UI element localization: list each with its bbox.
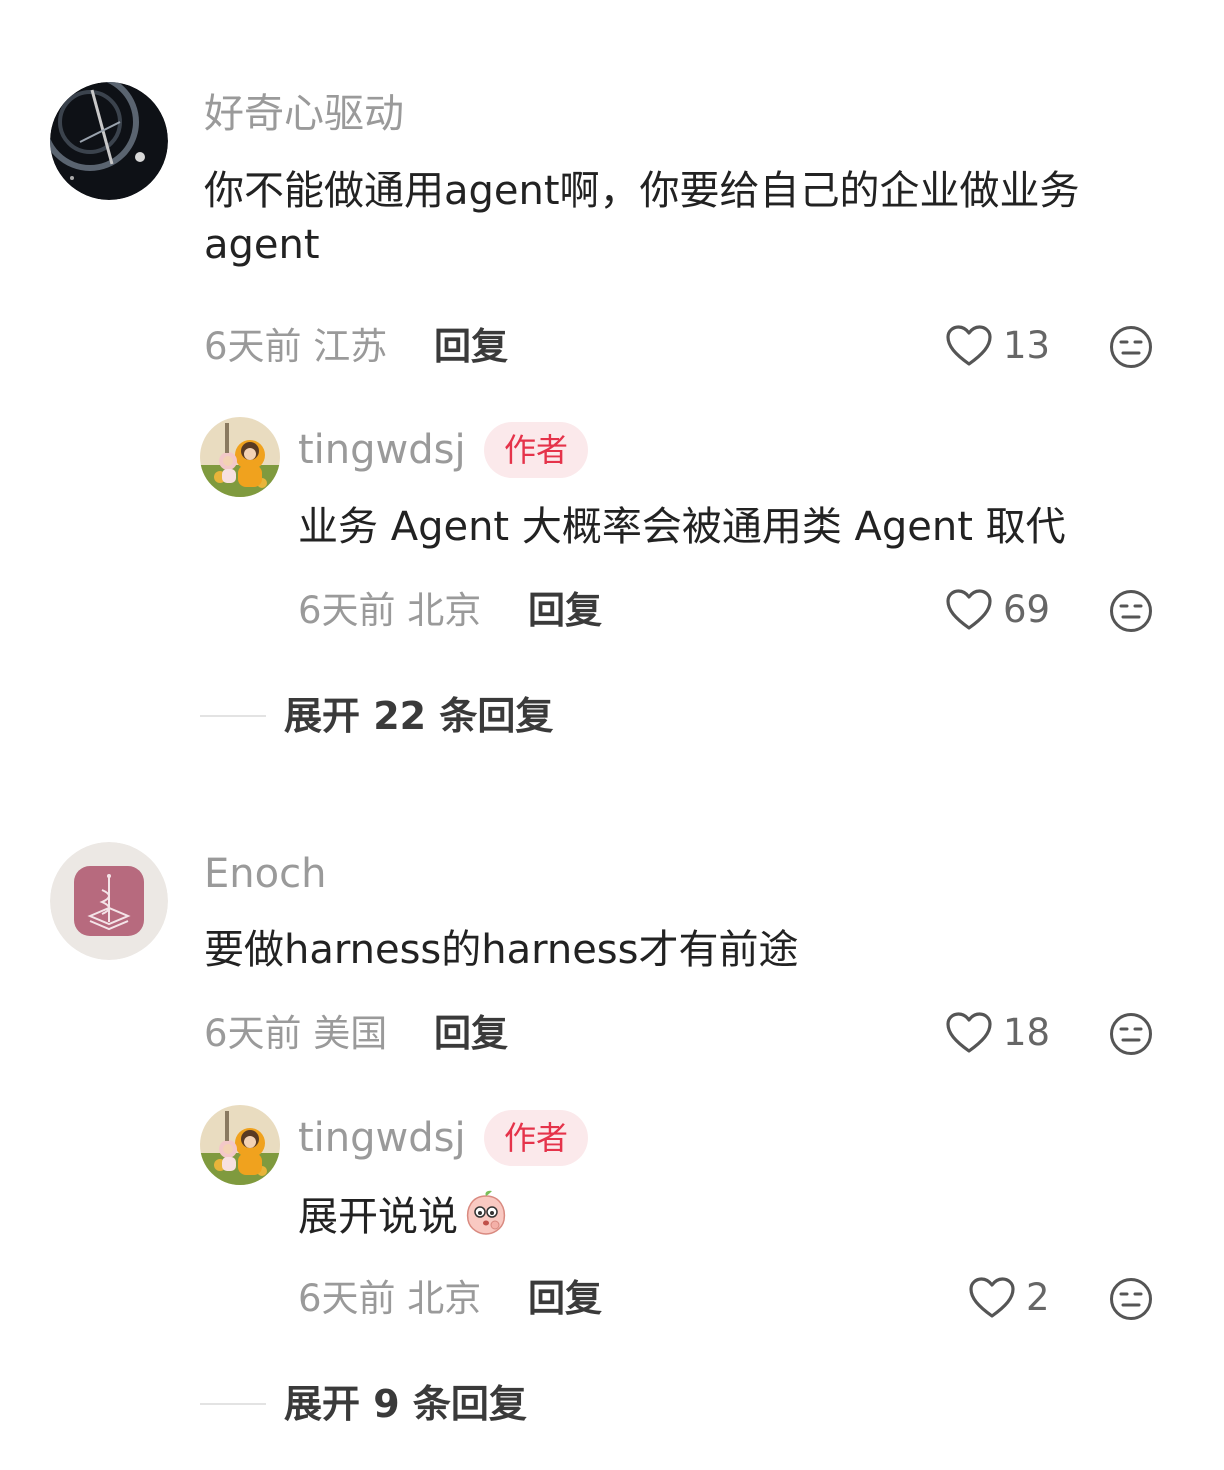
avatar[interactable]: [200, 417, 280, 497]
reply-button[interactable]: 回复: [528, 586, 602, 636]
like-button[interactable]: 18: [945, 1008, 1050, 1058]
peach-thinking-emoji-icon: [466, 1190, 506, 1235]
heart-icon: [969, 1277, 1015, 1318]
illustrated-girls-avatar-icon: [200, 1105, 280, 1185]
like-count: 69: [1003, 588, 1051, 631]
comment-time-location: 6天前 江苏: [204, 325, 388, 368]
expand-replies-label: 展开 22 条回复: [284, 694, 554, 738]
avatar[interactable]: [50, 842, 168, 960]
comment-text: 你不能做通用agent啊，你要给自己的企业做业务agent: [204, 168, 1080, 268]
space-station-avatar-icon: [50, 82, 168, 200]
avatar[interactable]: [200, 1105, 280, 1185]
dislike-face-icon[interactable]: [1109, 589, 1153, 633]
reply-button[interactable]: 回复: [434, 1009, 508, 1059]
like-count: 2: [1026, 1276, 1050, 1319]
expand-replies-label: 展开 9 条回复: [284, 1382, 527, 1426]
author-badge: 作者: [484, 422, 589, 478]
comment-time-location: 6天前 美国: [204, 1012, 388, 1055]
reply-text: 业务 Agent 大概率会被通用类 Agent 取代: [298, 504, 1066, 550]
expand-replies-button[interactable]: 展开 22 条回复: [200, 690, 553, 742]
dislike-face-icon[interactable]: [1109, 325, 1153, 369]
divider: [200, 715, 266, 717]
heart-icon: [946, 1012, 992, 1053]
reply-text-row: 展开说说: [298, 1188, 510, 1244]
reply-username[interactable]: tingwdsj: [298, 424, 466, 476]
dislike-face-icon[interactable]: [1109, 1277, 1153, 1321]
comment-username[interactable]: Enoch: [204, 848, 326, 900]
like-count: 13: [1003, 324, 1051, 367]
comment-text: 要做harness的harness才有前途: [204, 927, 799, 973]
like-count: 18: [1003, 1011, 1051, 1054]
reply-time-location: 6天前 北京: [298, 589, 482, 632]
reply-button[interactable]: 回复: [528, 1274, 602, 1324]
divider: [200, 1403, 266, 1405]
reply-text: 展开说说: [298, 1194, 458, 1240]
pink-app-icon-avatar-icon: [50, 842, 168, 960]
illustrated-girls-avatar-icon: [200, 417, 280, 497]
reply-button[interactable]: 回复: [434, 322, 508, 372]
reply-username[interactable]: tingwdsj: [298, 1112, 466, 1164]
comment-username[interactable]: 好奇心驱动: [204, 88, 404, 140]
expand-replies-button[interactable]: 展开 9 条回复: [200, 1378, 527, 1430]
author-badge: 作者: [484, 1110, 589, 1166]
like-button[interactable]: 2: [968, 1273, 1050, 1323]
reply-time-location: 6天前 北京: [298, 1277, 482, 1320]
dislike-face-icon[interactable]: [1109, 1012, 1153, 1056]
like-button[interactable]: 69: [945, 585, 1050, 635]
like-button[interactable]: 13: [945, 321, 1050, 371]
heart-icon: [946, 589, 992, 630]
heart-icon: [946, 325, 992, 366]
avatar[interactable]: [50, 82, 168, 200]
